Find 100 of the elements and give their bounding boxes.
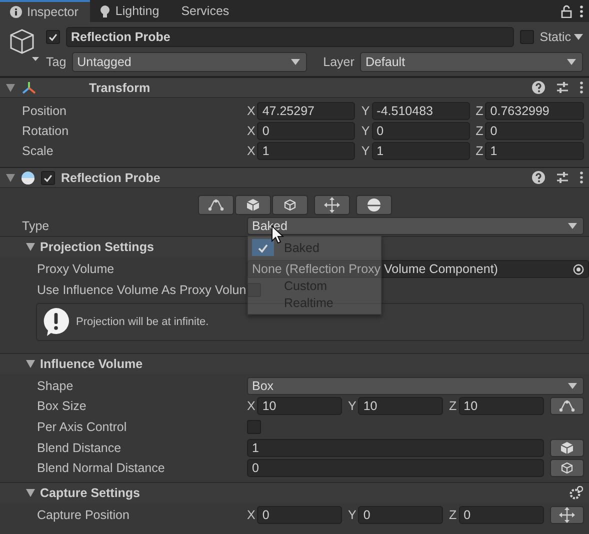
component-title[interactable]: Reflection Probe (61, 170, 160, 184)
lock-icon (561, 4, 572, 18)
checkbox[interactable] (247, 283, 261, 297)
move-icon (559, 507, 575, 523)
axis-label: X (247, 508, 256, 522)
axis-label: X (247, 124, 256, 138)
help-icon (532, 171, 545, 184)
field-label: Type (22, 219, 50, 233)
checkbox[interactable] (520, 30, 534, 44)
move-icon (324, 197, 340, 213)
wire-cube-icon (561, 462, 573, 474)
tab[interactable]: Lighting (90, 0, 172, 22)
component-title[interactable]: Transform (89, 80, 150, 94)
axis-label: X (247, 399, 256, 413)
cube-icon (8, 27, 40, 63)
number-field[interactable]: 47.25297 (257, 102, 356, 120)
caret-icon (568, 383, 577, 389)
number-field[interactable]: 0.7632999 (485, 102, 584, 120)
info-icon (10, 6, 22, 18)
sliders-icon (556, 81, 569, 94)
number-field[interactable]: 1 (485, 142, 584, 160)
sliders-icon (556, 171, 569, 184)
cube-icon (246, 198, 260, 212)
dropdown[interactable]: Box (247, 377, 584, 395)
checkbox[interactable] (247, 420, 261, 434)
dropdown[interactable]: Baked (247, 217, 584, 235)
number-field[interactable]: 1 (247, 439, 544, 457)
tab[interactable]: Inspector (0, 0, 90, 22)
section-title[interactable]: Projection Settings (40, 240, 154, 254)
field-label: Proxy Volume (37, 262, 116, 276)
tool-button[interactable] (272, 195, 308, 215)
checkbox[interactable] (46, 30, 60, 44)
number-field[interactable]: 0 (372, 122, 470, 140)
field-label: Box Size (37, 399, 88, 413)
exclamation-bubble-icon (42, 307, 70, 337)
number-field[interactable]: -4.510483 (372, 102, 470, 120)
axis-label: Z (476, 144, 484, 158)
tool-button[interactable] (314, 195, 350, 215)
axis-label: Y (361, 124, 370, 138)
number-field[interactable]: 10 (358, 397, 443, 415)
static-dropdown[interactable]: Static (540, 30, 583, 44)
axis-label: X (247, 104, 256, 118)
tool-button[interactable] (550, 397, 584, 415)
number-field[interactable]: 0 (257, 506, 342, 524)
axis-label: Y (361, 104, 370, 118)
field-label: Capture Position (37, 508, 130, 522)
tool-button[interactable] (550, 459, 584, 477)
more-icon (580, 4, 583, 18)
sphere-icon (21, 170, 35, 184)
tool-button[interactable] (550, 439, 584, 457)
section-title[interactable]: Capture Settings (40, 486, 140, 500)
tool-button[interactable] (198, 195, 234, 215)
more-icon (580, 171, 583, 184)
field-label: Scale (22, 144, 54, 158)
caret-icon (568, 223, 577, 229)
tag-dropdown[interactable]: Untagged (72, 52, 308, 72)
number-field[interactable]: 0 (458, 506, 544, 524)
name-field[interactable]: Reflection Probe (66, 27, 514, 47)
number-field[interactable]: 1 (372, 142, 470, 160)
more-icon (580, 81, 583, 94)
checkbox[interactable] (41, 170, 55, 184)
light-bulb-icon (100, 4, 110, 18)
cube-icon (560, 441, 574, 455)
tool-button[interactable] (550, 506, 584, 524)
number-field[interactable]: 10 (458, 397, 544, 415)
axis-label: Z (449, 508, 457, 522)
field-label: Blend Normal Distance (37, 461, 166, 475)
sphere-icon (366, 198, 380, 212)
axis-label: Z (449, 399, 457, 413)
field-label: Per Axis Control (37, 420, 128, 434)
wire-cube-icon (284, 199, 296, 211)
caret-icon (574, 34, 583, 40)
field-label: Tag (46, 55, 66, 69)
field-label: Layer (323, 55, 354, 69)
caret-icon (567, 59, 576, 65)
field-label: Position (22, 104, 68, 118)
tab[interactable]: Services (171, 0, 242, 22)
section-title[interactable]: Influence Volume (40, 357, 143, 371)
help-icon (532, 81, 545, 94)
axis-label: Y (348, 399, 356, 413)
axis-label: Y (361, 144, 370, 158)
bounds-icon (208, 199, 224, 211)
axis-label: X (247, 144, 256, 158)
layer-dropdown[interactable]: Default (360, 52, 583, 72)
field-label: Use Influence Volume As Proxy Volun (37, 283, 247, 297)
number-field[interactable]: 0 (358, 506, 443, 524)
number-field[interactable]: 10 (257, 397, 342, 415)
field-label: Blend Distance (37, 441, 122, 455)
axis-label: Z (476, 124, 484, 138)
field-label: Shape (37, 379, 74, 393)
help-text: Projection will be at infinite. (76, 316, 209, 328)
number-field[interactable]: 1 (257, 142, 356, 160)
object-field[interactable]: None (Reflection Proxy Volume Component) (247, 260, 589, 278)
caret-icon (291, 59, 300, 65)
number-field[interactable]: 0 (257, 122, 356, 140)
tool-button[interactable] (234, 195, 270, 215)
tool-button[interactable] (356, 195, 392, 215)
axis-label: Y (348, 508, 356, 522)
number-field[interactable]: 0 (485, 122, 584, 140)
number-field[interactable]: 0 (247, 459, 544, 477)
